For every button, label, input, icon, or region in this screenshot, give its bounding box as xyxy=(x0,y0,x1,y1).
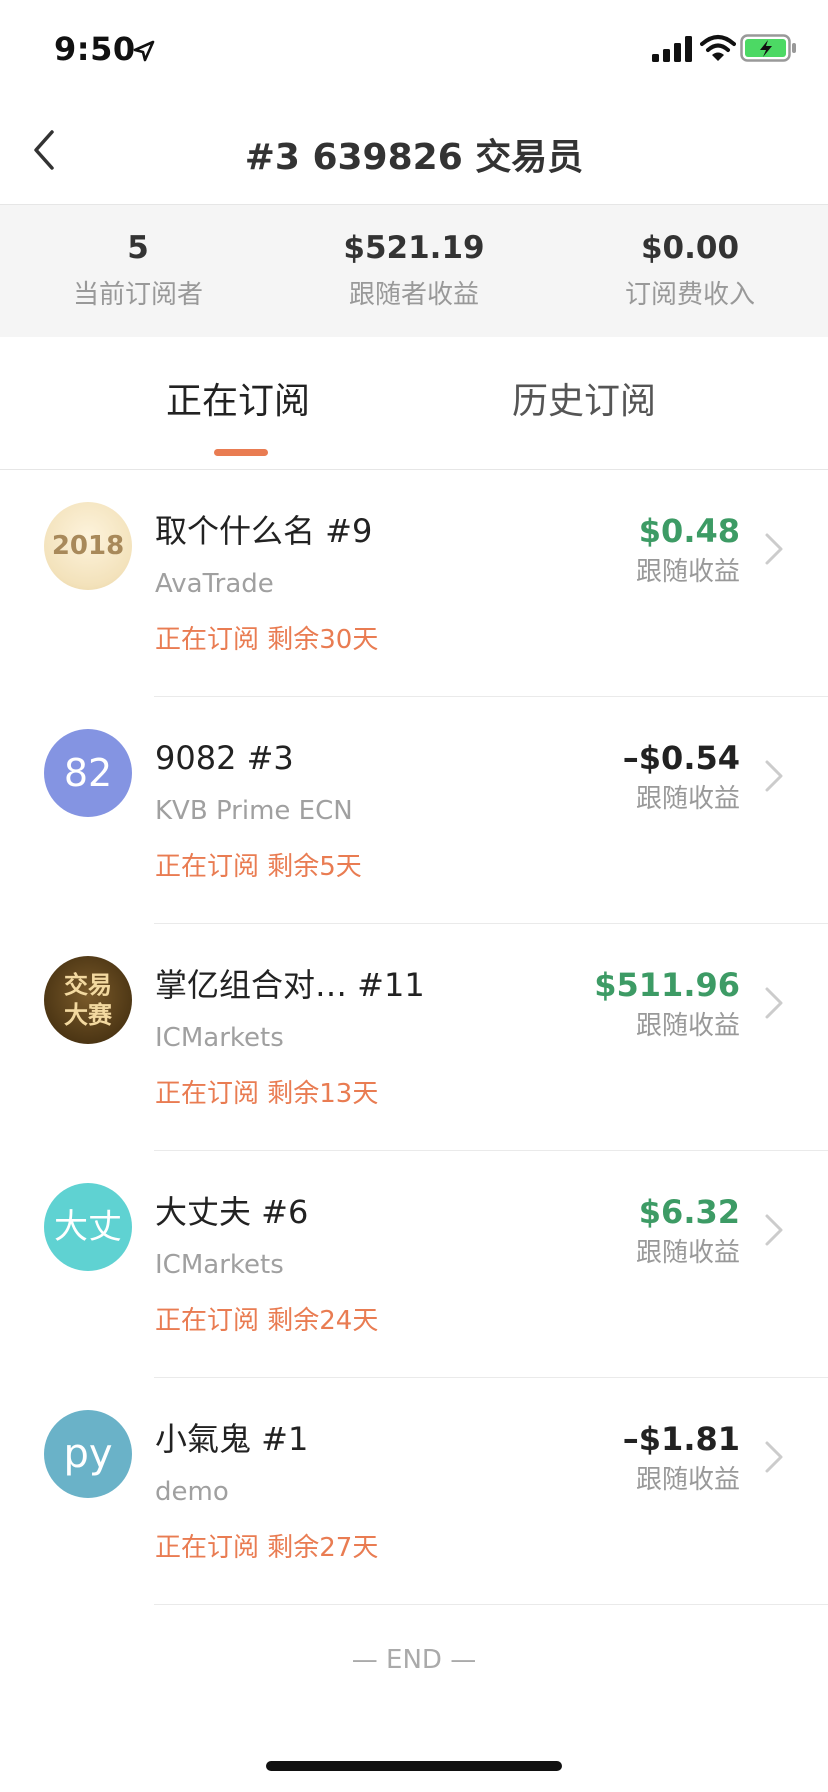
subscription-name: 掌亿组合对… #11 xyxy=(155,966,425,1004)
avatar: 交易大赛 xyxy=(44,956,132,1044)
battery-charging-icon xyxy=(740,34,796,62)
follow-profit-amount: $6.32 xyxy=(638,1193,740,1231)
chevron-right-icon xyxy=(765,987,783,1019)
list-item[interactable]: py 小氣鬼 #1 demo 正在订阅 剩余27天 –$1.81 跟随收益 xyxy=(0,1378,828,1605)
status-bar: 9:50 xyxy=(0,0,828,100)
avatar-text: py xyxy=(63,1431,113,1477)
subscription-name: 大丈夫 #6 xyxy=(155,1193,309,1231)
list-item[interactable]: 大丈 大丈夫 #6 ICMarkets 正在订阅 剩余24天 $6.32 跟随收… xyxy=(0,1151,828,1378)
subscription-status: 正在订阅 剩余27天 xyxy=(155,1533,379,1563)
tab-history-subscriptions[interactable]: 历史订阅 xyxy=(512,377,656,427)
follow-profit-amount: $0.48 xyxy=(638,512,740,550)
follow-profit-amount: –$0.54 xyxy=(622,739,740,777)
follow-profit-amount: –$1.81 xyxy=(622,1420,740,1458)
home-indicator[interactable] xyxy=(266,1761,562,1771)
follow-profit-label: 跟随收益 xyxy=(635,557,740,587)
stat-follower-profit: $521.19 跟随者收益 xyxy=(276,225,552,315)
subscription-status: 正在订阅 剩余24天 xyxy=(155,1306,379,1336)
broker-name: demo xyxy=(155,1477,229,1507)
avatar-text: 交易大赛 xyxy=(64,971,112,1029)
stat-value: $0.00 xyxy=(640,230,740,266)
wifi-icon xyxy=(700,35,736,61)
location-arrow-icon xyxy=(133,40,155,62)
stat-label: 当前订阅者 xyxy=(72,280,203,310)
subscription-name: 小氣鬼 #1 xyxy=(155,1420,309,1458)
subscription-name: 9082 #3 xyxy=(155,739,294,777)
avatar-text: 82 xyxy=(63,751,113,795)
subscription-status: 正在订阅 剩余5天 xyxy=(155,852,362,882)
chevron-right-icon xyxy=(765,760,783,792)
subscription-name: 取个什么名 #9 xyxy=(155,512,373,550)
stat-subscription-income: $0.00 订阅费收入 xyxy=(552,225,828,315)
page-title: #3 639826 交易员 xyxy=(244,137,584,178)
active-tab-indicator xyxy=(214,449,268,456)
stat-value: $521.19 xyxy=(343,230,485,266)
avatar-text: 2018 xyxy=(51,531,125,561)
follow-profit-label: 跟随收益 xyxy=(635,1011,740,1041)
chevron-right-icon xyxy=(765,1441,783,1473)
signal-icon xyxy=(652,36,692,62)
avatar: 大丈 xyxy=(44,1183,132,1271)
subscription-tabs: 正在订阅 历史订阅 xyxy=(0,337,828,470)
list-item[interactable]: 交易大赛 掌亿组合对… #11 ICMarkets 正在订阅 剩余13天 $51… xyxy=(0,924,828,1151)
broker-name: KVB Prime ECN xyxy=(155,796,353,826)
list-item[interactable]: 82 9082 #3 KVB Prime ECN 正在订阅 剩余5天 –$0.5… xyxy=(0,697,828,924)
follow-profit-label: 跟随收益 xyxy=(635,1465,740,1495)
avatar: 82 xyxy=(44,729,132,817)
broker-name: ICMarkets xyxy=(155,1023,284,1053)
chevron-right-icon xyxy=(765,533,783,565)
follow-profit-label: 跟随收益 xyxy=(635,1238,740,1268)
avatar: py xyxy=(44,1410,132,1498)
avatar: 2018 xyxy=(44,502,132,590)
broker-name: ICMarkets xyxy=(155,1250,284,1280)
stat-label: 订阅费收入 xyxy=(624,280,755,310)
stats-summary: 5 当前订阅者 $521.19 跟随者收益 $0.00 订阅费收入 xyxy=(0,205,828,337)
nav-bar: #3 639826 交易员 xyxy=(0,100,828,205)
follow-profit-amount: $511.96 xyxy=(594,966,740,1004)
follow-profit-label: 跟随收益 xyxy=(635,784,740,814)
stat-value: 5 xyxy=(127,230,149,266)
status-time: 9:50 xyxy=(54,30,136,68)
tab-current-subscriptions[interactable]: 正在订阅 xyxy=(166,377,310,427)
broker-name: AvaTrade xyxy=(155,569,274,599)
row-divider xyxy=(154,1604,828,1605)
list-item[interactable]: 2018 取个什么名 #9 AvaTrade 正在订阅 剩余30天 $0.48 … xyxy=(0,470,828,697)
stat-label: 跟随者收益 xyxy=(348,280,479,310)
end-of-list-text: — END — xyxy=(351,1645,477,1675)
subscription-status: 正在订阅 剩余30天 xyxy=(155,625,379,655)
subscription-status: 正在订阅 剩余13天 xyxy=(155,1079,379,1109)
chevron-right-icon xyxy=(765,1214,783,1246)
stat-current-subscribers: 5 当前订阅者 xyxy=(0,225,276,315)
avatar-text: 大丈 xyxy=(54,1207,122,1247)
